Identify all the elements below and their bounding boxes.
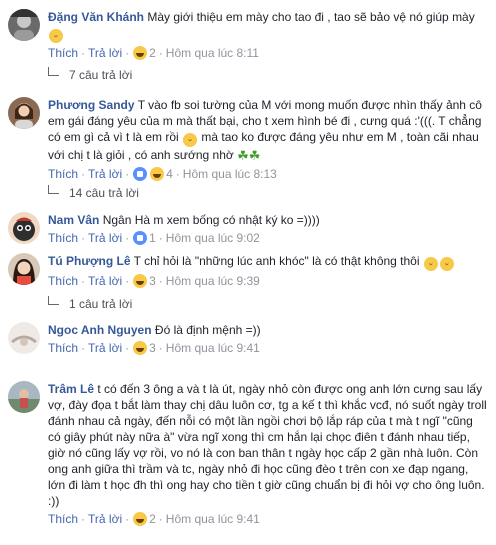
- avatar[interactable]: [8, 322, 40, 354]
- avatar[interactable]: [8, 97, 40, 129]
- avatar[interactable]: [8, 212, 40, 244]
- haha-reaction-icon[interactable]: [133, 341, 148, 355]
- reply-link[interactable]: Trả lời: [88, 341, 122, 355]
- rofl-emoji-icon: ᵕ: [423, 257, 438, 271]
- reaction-count[interactable]: 3: [149, 274, 156, 288]
- comment-text: t có đến 3 ông a và t là út, ngày nhỏ cò…: [48, 382, 487, 508]
- comment-author[interactable]: Tú Phượng Lê: [48, 254, 131, 268]
- avatar[interactable]: [8, 253, 40, 285]
- comment-text: Ngân Hà m xem bống có nhật ký ko =)))): [102, 213, 320, 227]
- comment-text: Mày giới thiệu em mày cho tao đi , tao s…: [147, 10, 475, 24]
- like-reaction-icon[interactable]: [133, 231, 148, 245]
- comment-timestamp[interactable]: Hôm qua lúc 9:02: [166, 231, 260, 245]
- reply-link[interactable]: Trả lời: [88, 274, 122, 288]
- view-replies-link[interactable]: 1 câu trả lời: [48, 296, 132, 312]
- like-link[interactable]: Thích: [48, 512, 78, 526]
- like-link[interactable]: Thích: [48, 341, 78, 355]
- reaction-count[interactable]: 4: [166, 167, 173, 181]
- reaction-count[interactable]: 3: [149, 341, 156, 355]
- like-link[interactable]: Thích: [48, 231, 78, 245]
- haha-reaction-icon[interactable]: [150, 167, 165, 181]
- reply-link[interactable]: Trả lời: [88, 46, 122, 60]
- comment-timestamp[interactable]: Hôm qua lúc 8:11: [166, 46, 259, 60]
- avatar[interactable]: [8, 381, 40, 413]
- comment-author[interactable]: Ngoc Anh Nguyen: [48, 323, 152, 337]
- comment-text: Đó là định mệnh =)): [154, 323, 261, 337]
- reply-link[interactable]: Trả lời: [88, 167, 122, 181]
- reply-arrow-icon: [48, 67, 59, 76]
- comment-actions: Thích · Trả lời · 3 · Hôm qua lúc 9:39: [48, 274, 260, 288]
- comment-text: T chỉ hỏi là "những lúc anh khóc" là có …: [133, 254, 420, 268]
- like-link[interactable]: Thích: [48, 274, 78, 288]
- comment-author[interactable]: Nam Vân: [48, 213, 99, 227]
- reaction-count[interactable]: 2: [149, 512, 156, 526]
- like-link[interactable]: Thích: [48, 46, 78, 60]
- reply-link[interactable]: Trả lời: [88, 512, 122, 526]
- haha-reaction-icon[interactable]: [133, 274, 148, 288]
- comment-author[interactable]: Trâm Lê: [48, 382, 94, 396]
- comment-actions: Thích · Trả lời · 1 · Hôm qua lúc 9:02: [48, 231, 260, 245]
- reply-link[interactable]: Trả lời: [88, 231, 122, 245]
- reaction-count[interactable]: 1: [149, 231, 156, 245]
- clover-icon: ☘: [248, 148, 261, 163]
- avatar[interactable]: [8, 9, 40, 41]
- like-link[interactable]: Thích: [48, 167, 78, 181]
- comment-actions: Thích · Trả lời · 3 · Hôm qua lúc 9:41: [48, 341, 260, 355]
- clover-icon: ☘: [237, 148, 249, 163]
- comment-author[interactable]: Đặng Văn Khánh: [48, 10, 144, 24]
- comment-timestamp[interactable]: Hôm qua lúc 8:13: [183, 167, 277, 181]
- reply-arrow-icon: [48, 185, 59, 194]
- comment-author[interactable]: Phương Sandy: [48, 98, 135, 112]
- reaction-count[interactable]: 2: [149, 46, 156, 60]
- comment-timestamp[interactable]: Hôm qua lúc 9:41: [166, 512, 260, 526]
- comment-actions: Thích · Trả lời · 2 · Hôm qua lúc 8:11: [48, 46, 259, 60]
- haha-reaction-icon[interactable]: [133, 512, 148, 526]
- comment-actions: Thích · Trả lời · 2 · Hôm qua lúc 9:41: [48, 512, 260, 526]
- view-replies-link[interactable]: 14 câu trả lời: [48, 185, 139, 201]
- like-reaction-icon[interactable]: [133, 167, 148, 181]
- comment-timestamp[interactable]: Hôm qua lúc 9:39: [166, 274, 260, 288]
- haha-reaction-icon[interactable]: [133, 46, 148, 60]
- reply-arrow-icon: [48, 296, 59, 305]
- crying-emoji-icon: ᵕ: [183, 133, 198, 147]
- laughing-emoji-icon: ᵕ: [49, 29, 63, 43]
- rofl-emoji-icon: ᵕ: [439, 257, 454, 271]
- comments-feed: Đặng Văn Khánh Mày giới thiệu em mày cho…: [0, 0, 496, 545]
- comment-actions: Thích · Trả lời · 4 · Hôm qua lúc 8:13: [48, 167, 277, 181]
- view-replies-link[interactable]: 7 câu trả lời: [48, 67, 132, 83]
- comment-timestamp[interactable]: Hôm qua lúc 9:41: [166, 341, 260, 355]
